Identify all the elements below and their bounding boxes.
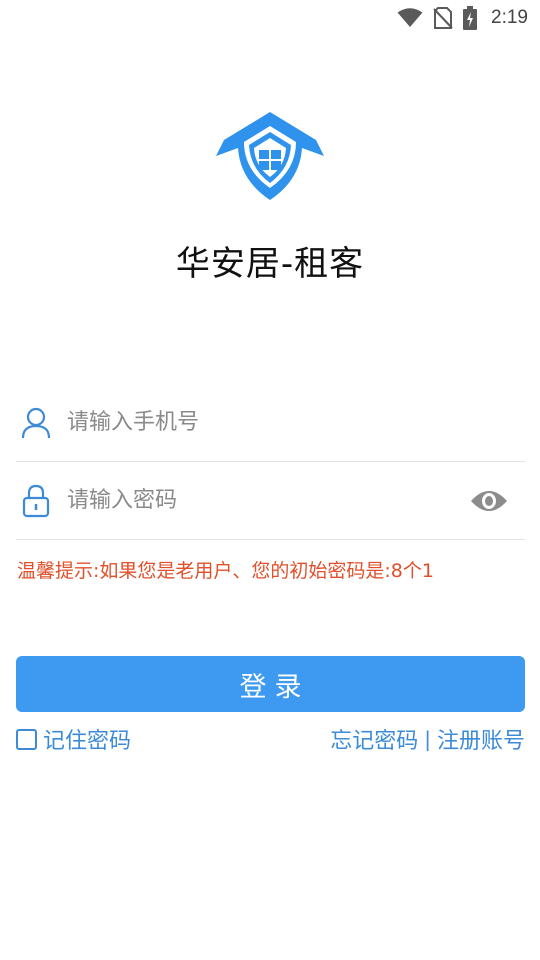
lock-icon <box>19 484 53 518</box>
remember-password-label[interactable]: 记住密码 <box>43 723 131 755</box>
user-icon <box>19 406 53 440</box>
register-link[interactable]: 注册账号 <box>437 723 525 755</box>
login-button[interactable]: 登录 <box>16 656 525 712</box>
password-input[interactable] <box>67 488 469 513</box>
house-shield-logo <box>212 108 328 208</box>
phone-field <box>16 384 525 462</box>
remember-password-checkbox[interactable]: 记住密码 <box>16 723 131 755</box>
no-sim-icon <box>433 7 453 29</box>
forgot-password-link[interactable]: 忘记密码 <box>330 723 418 755</box>
hint-text: 温馨提示:如果您是老用户、您的初始密码是:8个1 <box>17 560 434 582</box>
login-screen: 2:19 华安居-租客 请输入手机号 温馨提示:如果您是老用户、您的初始密码是:… <box>0 0 540 960</box>
battery-charging-icon <box>463 6 478 30</box>
account-links: 忘记密码 | 注册账号 <box>330 723 525 755</box>
eye-icon[interactable] <box>469 485 509 517</box>
status-bar: 2:19 <box>0 0 540 36</box>
wifi-icon <box>397 8 423 28</box>
password-field <box>16 462 525 540</box>
phone-input[interactable] <box>67 410 525 435</box>
checkbox-icon[interactable] <box>16 728 37 750</box>
link-separator: | <box>424 727 431 751</box>
login-options: 记住密码 忘记密码 | 注册账号 <box>16 724 525 754</box>
app-title: 华安居-租客 <box>175 244 365 284</box>
status-time: 2:19 <box>491 7 528 28</box>
